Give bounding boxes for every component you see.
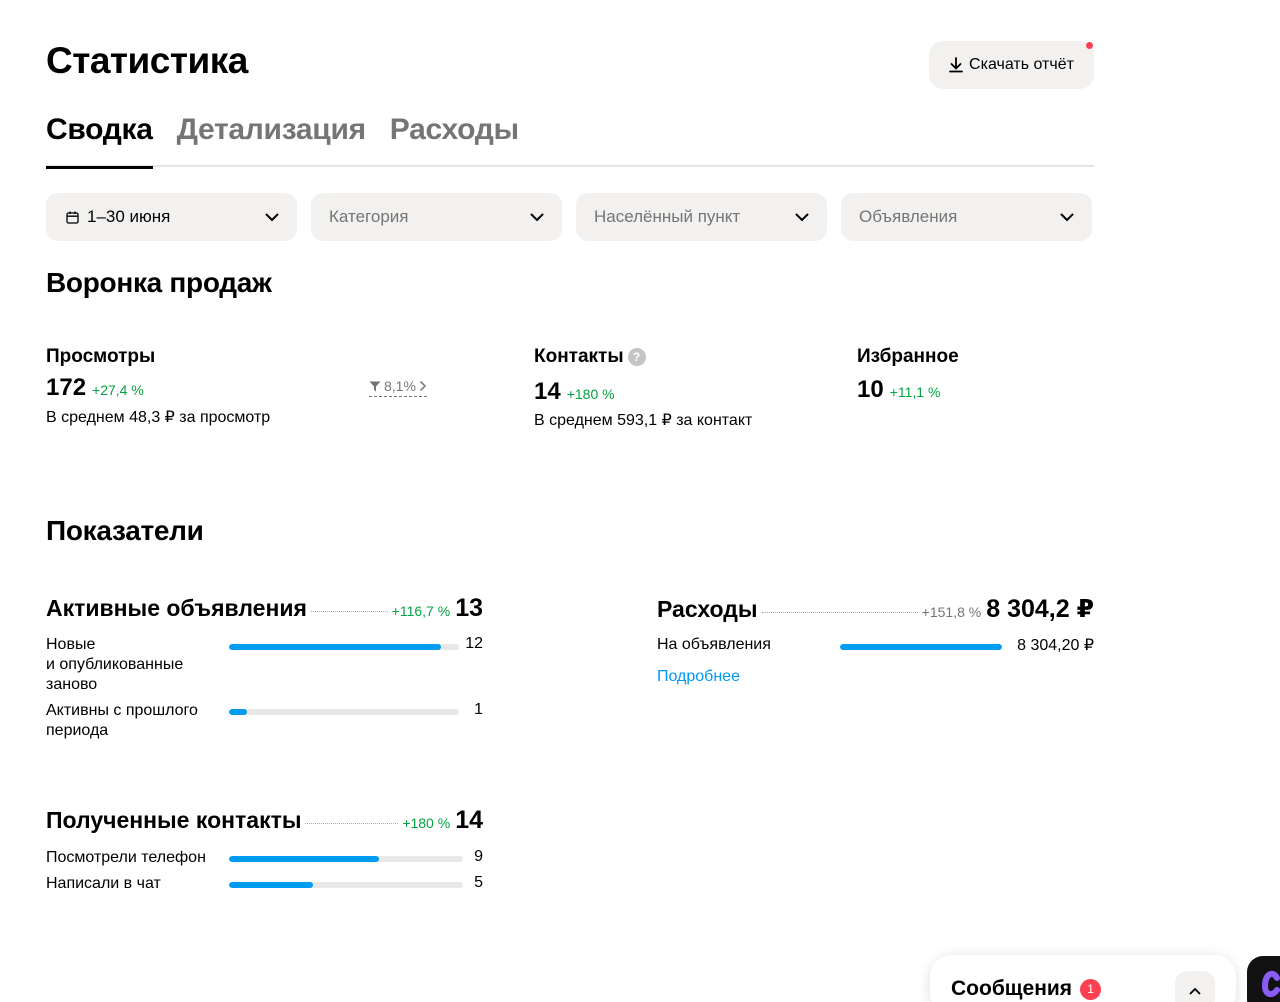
tab-expenses[interactable]: Расходы	[390, 113, 519, 167]
views-metric: 172 +27,4 %	[46, 374, 144, 402]
messenger-widget[interactable]: Сообщения 1	[930, 955, 1236, 1002]
received-contacts-title: Полученные контакты	[46, 807, 302, 833]
messenger-title-wrap: Сообщения 1	[951, 977, 1102, 1001]
row-label-line: заново	[46, 676, 98, 693]
active-ads-row-prev-label: Активны с прошлого периода	[46, 701, 198, 741]
category-select[interactable]: Категория	[311, 193, 562, 241]
favorites-metric: 10 +11,1 %	[857, 376, 940, 404]
bar-fill	[229, 856, 380, 862]
active-ads-prev-value: 1	[474, 701, 483, 718]
active-ads-value: 13	[455, 594, 483, 622]
expenses-header: Расходы +151,8 % 8 304,2 ₽	[657, 594, 1094, 624]
contacts-average: В среднем 593,1 ₽ за контакт	[534, 412, 753, 429]
messenger-toggle-button[interactable]	[1175, 971, 1215, 1002]
active-ads-row-new-label: Новые и опубликованные заново	[46, 635, 183, 695]
dotted-leader	[761, 612, 918, 613]
bar-fill	[229, 882, 313, 888]
unread-badge: 1	[1080, 978, 1102, 1000]
active-ads-header: Активные объявления +116,7 % 13	[46, 594, 483, 623]
tab-summary[interactable]: Сводка	[46, 113, 153, 169]
assistant-logo-icon	[1261, 970, 1280, 998]
active-ads-prev-bar	[229, 709, 459, 715]
funnel-title: Воронка продаж	[46, 267, 272, 298]
views-delta: +27,4 %	[92, 382, 144, 398]
row-label-line: Новые	[46, 636, 96, 653]
contacts-metric: 14 +180 %	[534, 378, 615, 406]
row-label-line: и опубликованные	[46, 656, 184, 673]
dotted-leader	[310, 611, 388, 612]
expenses-delta: +151,8 %	[921, 604, 982, 620]
chevron-down-icon	[1060, 213, 1074, 221]
ads-select[interactable]: Объявления	[841, 193, 1092, 241]
funnel-icon	[369, 381, 381, 391]
location-select[interactable]: Населённый пункт	[576, 193, 827, 241]
expenses-row-value: 8 304,20 ₽	[1017, 637, 1094, 654]
chevron-down-icon	[530, 213, 544, 221]
views-label: Просмотры	[46, 346, 156, 367]
more-details-link[interactable]: Подробнее	[657, 668, 740, 686]
contacts-delta: +180 %	[566, 386, 615, 402]
active-ads-new-bar	[229, 644, 459, 650]
received-contacts-value: 14	[455, 806, 483, 834]
tab-bar: Сводка Детализация Расходы	[46, 113, 1094, 169]
bar-fill	[229, 644, 442, 650]
chevron-down-icon	[265, 213, 279, 221]
chevron-down-icon	[795, 213, 809, 221]
contacts-chat-label: Написали в чат	[46, 875, 161, 892]
contacts-phone-bar	[229, 856, 463, 862]
favorites-label: Избранное	[857, 346, 959, 367]
conversion-link[interactable]: 8,1%	[369, 378, 427, 397]
row-label-line: Активны с прошлого	[46, 702, 198, 719]
page-title: Статистика	[46, 40, 248, 81]
ads-placeholder: Объявления	[859, 207, 958, 226]
tab-details[interactable]: Детализация	[177, 113, 367, 167]
views-value: 172	[46, 374, 87, 401]
chevron-right-icon	[419, 380, 426, 392]
bar-fill	[840, 644, 1002, 650]
expenses-bar	[840, 644, 1002, 650]
favorites-value: 10	[857, 376, 884, 403]
contacts-chat-value: 5	[474, 874, 483, 891]
active-ads-new-value: 12	[465, 635, 483, 652]
expenses-row-label: На объявления	[657, 636, 771, 653]
contacts-value: 14	[534, 378, 561, 405]
active-ads-title: Активные объявления	[46, 595, 307, 621]
contacts-chat-bar	[229, 882, 463, 888]
received-contacts-delta: +180 %	[402, 815, 451, 831]
indicators-title: Показатели	[46, 515, 204, 546]
period-select[interactable]: 1–30 июня	[46, 193, 297, 241]
contacts-phone-value: 9	[474, 848, 483, 865]
assistant-button[interactable]	[1247, 956, 1280, 1002]
contacts-phone-label: Посмотрели телефон	[46, 849, 206, 866]
favorites-delta: +11,1 %	[889, 384, 941, 400]
expenses-title: Расходы	[657, 596, 758, 622]
contacts-label: Контакты	[534, 346, 624, 367]
period-value: 1–30 июня	[87, 207, 171, 226]
active-ads-delta: +116,7 %	[391, 603, 451, 619]
received-contacts-header: Полученные контакты +180 % 14	[46, 806, 483, 835]
notification-dot	[1086, 42, 1093, 49]
bar-fill	[229, 709, 247, 715]
row-label-line: периода	[46, 722, 109, 739]
messenger-title: Сообщения	[951, 977, 1073, 1000]
views-average: В среднем 48,3 ₽ за просмотр	[46, 409, 271, 426]
category-placeholder: Категория	[329, 207, 409, 226]
expenses-value: 8 304,2 ₽	[986, 595, 1094, 623]
calendar-icon	[66, 211, 79, 224]
help-icon[interactable]: ?	[627, 347, 646, 366]
download-report-button[interactable]: Скачать отчёт	[929, 41, 1094, 89]
download-report-label: Скачать отчёт	[969, 56, 1074, 73]
conversion-value: 8,1%	[384, 378, 416, 394]
download-icon	[949, 57, 963, 73]
filters-bar: 1–30 июня Категория Населённый пункт Объ…	[46, 193, 1092, 241]
contacts-label-wrap: Контакты?	[534, 346, 646, 368]
chevron-up-icon	[1189, 987, 1201, 995]
dotted-leader	[305, 823, 399, 824]
location-placeholder: Населённый пункт	[594, 207, 741, 226]
